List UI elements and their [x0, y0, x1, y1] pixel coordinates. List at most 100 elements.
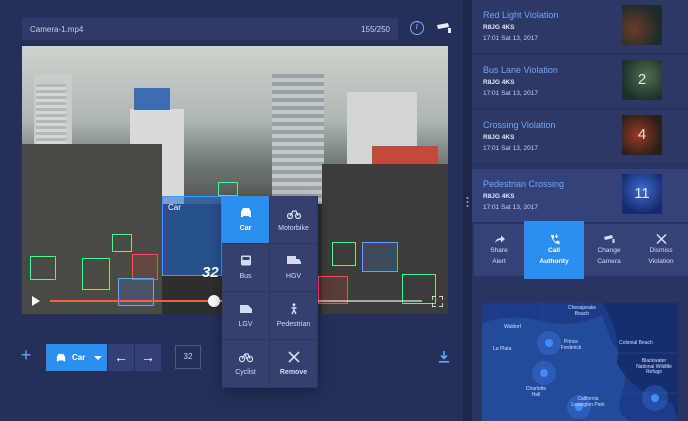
bicycle-icon [238, 353, 253, 363]
map-label: La Plata [493, 346, 512, 352]
share-icon [494, 235, 505, 244]
map[interactable]: Chesapeake Beach Waldorf Prince Frederic… [482, 303, 678, 421]
truck-icon [286, 256, 301, 264]
vehicle-option-motorbike[interactable]: Motorbike [270, 196, 318, 244]
signboard [372, 146, 438, 164]
detection-box [112, 234, 132, 252]
car-icon [56, 353, 66, 361]
cctv-camera-icon[interactable] [436, 22, 452, 34]
violation-title: Bus Lane Violation [483, 65, 558, 75]
violation-time: 17:01 Sat 13, 2017 [483, 90, 538, 97]
file-bar: Camera-1.mp4 155/250 [22, 18, 398, 40]
camera-icon [603, 235, 614, 244]
vehicle-option-hgv[interactable]: HGV [270, 244, 318, 292]
action-label-line2: Violation [648, 258, 674, 265]
bus-icon [240, 255, 251, 266]
violation-time: 17:01 Sat 13, 2017 [483, 204, 538, 211]
action-label-line2: Alert [492, 258, 506, 265]
vehicle-option-label: Car [239, 225, 252, 232]
file-name: Camera-1.mp4 [30, 24, 84, 34]
vehicle-option-lgv[interactable]: LGV [222, 292, 270, 340]
vehicle-option-label: HGV [285, 273, 302, 280]
vehicle-type-select[interactable]: Car [46, 344, 107, 371]
share-alert-button[interactable]: Share Alert [474, 224, 524, 276]
violation-thumbnail[interactable]: 4 [622, 115, 662, 155]
play-icon[interactable] [32, 296, 40, 306]
map-label: Waldorf [504, 324, 522, 330]
violation-item[interactable]: Crossing Violation R8JG 4KS 17:01 Sat 13, … [472, 110, 688, 164]
vehicle-option-bus[interactable]: Bus [222, 244, 270, 292]
map-label: Prince Frederick [560, 339, 582, 351]
vehicle-option-label: LGV [238, 321, 253, 328]
vehicle-option-label: Remove [279, 369, 308, 376]
violation-plate: R8JG 4KS [483, 24, 515, 31]
vehicle-option-label: Motorbike [278, 225, 309, 232]
action-label-line2: Authority [539, 258, 569, 265]
violation-plate: R8JG 4KS [483, 79, 515, 86]
vehicle-option-car[interactable]: Car [222, 196, 270, 244]
violation-thumbnail[interactable]: 11 [622, 174, 662, 214]
vehicle-type-label: Car [72, 353, 86, 362]
change-camera-button[interactable]: Change Camera [584, 224, 634, 276]
vehicle-option-remove[interactable]: Remove [270, 340, 318, 388]
violation-item[interactable]: Red Light Violation R8JG 4KS 17:01 Sat 13,… [472, 0, 688, 54]
detection-box [82, 258, 110, 290]
action-label-line1: Call [547, 247, 561, 255]
violation-thumbnail[interactable] [622, 5, 662, 45]
map-label: Chesapeake Beach [567, 305, 597, 317]
dismiss-violation-button[interactable]: Dismiss Violation [636, 224, 686, 276]
detection-box [218, 182, 238, 196]
violation-item[interactable]: Pedestrian Crossing R8JG 4KS 17:01 Sat 13,… [472, 169, 688, 223]
detection-box [30, 256, 56, 280]
vehicle-option-label: Cyclist [235, 369, 256, 376]
panel-splitter[interactable] [463, 0, 472, 421]
violation-action-bar: Share Alert Call Authority Change Camera Dismi… [474, 221, 688, 279]
info-icon[interactable]: i [410, 21, 424, 35]
close-icon [287, 351, 300, 363]
chevron-down-icon [94, 355, 103, 360]
vehicle-option-label: Pedestrian [276, 321, 311, 328]
selected-detection-label: Car [168, 203, 181, 212]
vehicle-option-cyclist[interactable]: Cyclist [222, 340, 270, 388]
violation-title: Pedestrian Crossing [483, 179, 565, 189]
violation-time: 17:01 Sat 13, 2017 [483, 35, 538, 42]
vehicle-option-label: Bus [239, 273, 252, 280]
motorbike-icon [286, 210, 301, 219]
map-marker[interactable] [651, 394, 659, 402]
phone-icon [550, 234, 559, 245]
map-label: Colonial Beach [619, 340, 653, 346]
violation-item[interactable]: Bus Lane Violation R8JG 4KS 17:01 Sat 13, … [472, 55, 688, 109]
violation-thumbnail[interactable]: 2 [622, 60, 662, 100]
violation-plate: R8JG 4KS [483, 134, 515, 141]
download-icon[interactable] [439, 351, 449, 363]
violation-title: Crossing Violation [483, 120, 556, 130]
previous-button[interactable]: ← [108, 344, 134, 371]
next-button[interactable]: → [135, 344, 161, 371]
violation-thumbnail-number [622, 5, 662, 45]
detection-box [132, 254, 158, 280]
pedestrian-icon [290, 303, 297, 315]
count-field[interactable]: 32 [175, 345, 201, 369]
fullscreen-icon[interactable] [432, 296, 443, 307]
frame-counter: 155/250 [361, 24, 390, 34]
violation-thumbnail-number: 4 [637, 126, 647, 143]
violation-thumbnail-number: 2 [637, 71, 647, 88]
violation-thumbnail-number: 11 [634, 185, 650, 202]
violation-time: 17:01 Sat 13, 2017 [483, 145, 538, 152]
add-icon[interactable]: + [19, 346, 33, 364]
violation-title: Red Light Violation [483, 10, 559, 20]
seek-bar-handle[interactable] [207, 295, 220, 307]
map-marker[interactable] [540, 369, 548, 377]
vehicle-option-pedestrian[interactable]: Pedestrian [270, 292, 318, 340]
violation-plate: R8JG 4KS [483, 193, 515, 200]
seek-bar-progress [50, 300, 214, 302]
van-icon [239, 305, 252, 313]
drag-handle-icon[interactable] [466, 196, 469, 208]
call-authority-button[interactable]: Call Authority [524, 221, 584, 279]
vehicle-count-badge: 32 [202, 264, 219, 281]
close-icon [655, 234, 667, 245]
map-marker[interactable] [545, 339, 553, 347]
car-icon [240, 208, 251, 217]
action-label-line1: Dismiss [649, 247, 673, 255]
action-label-line1: Share [490, 247, 508, 255]
